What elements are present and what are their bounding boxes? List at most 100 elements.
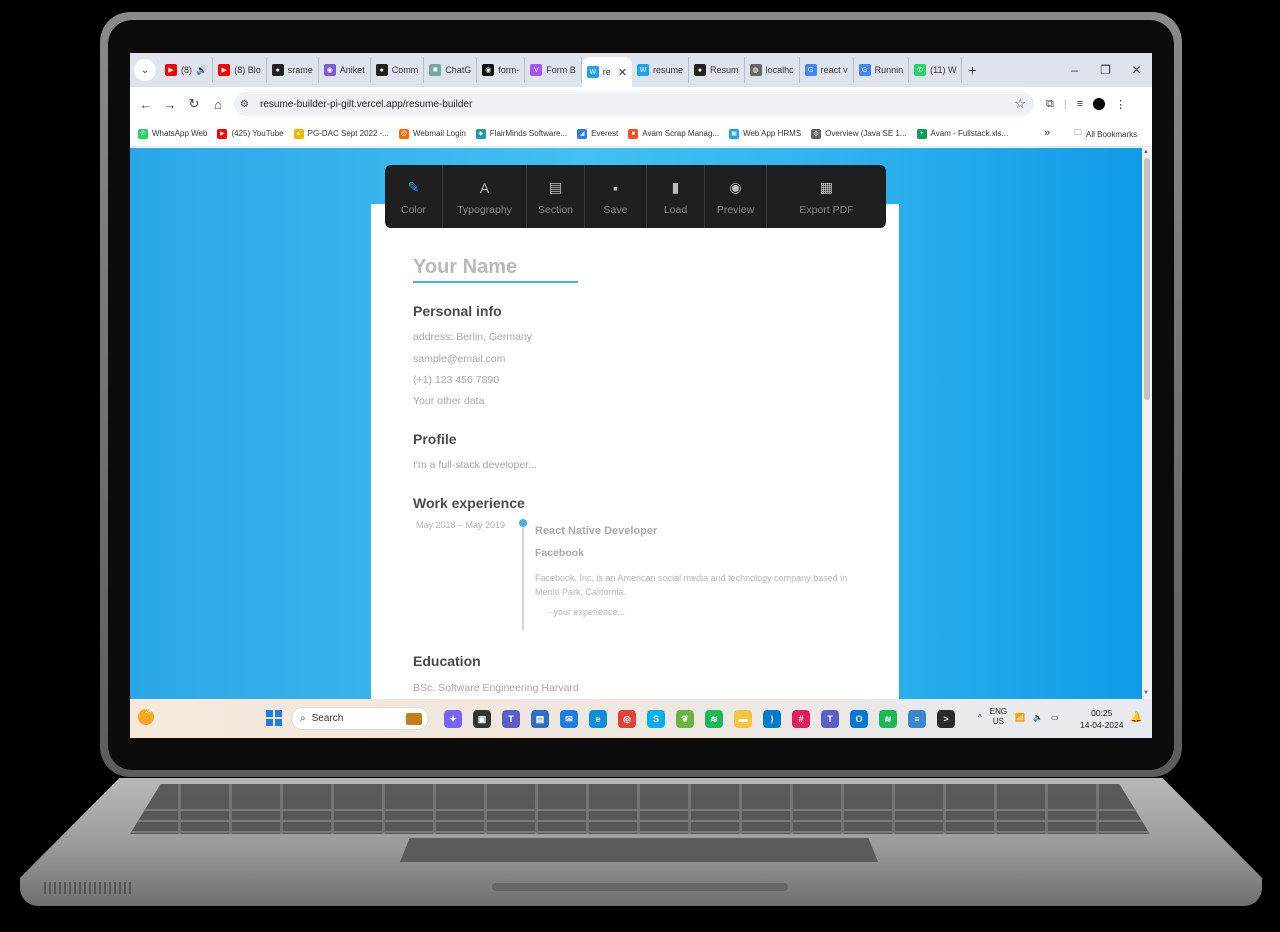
bookmark-item[interactable]: ◆ FlairMinds Software... bbox=[475, 128, 567, 139]
file-explorer-icon[interactable]: ▬ bbox=[734, 710, 752, 728]
education-line[interactable]: BSc. Software Engineering Harvard bbox=[413, 682, 579, 694]
toolbar-typography-button[interactable]: A Typography bbox=[443, 165, 527, 228]
profile-text[interactable]: I'm a full-stack developer... bbox=[413, 459, 537, 471]
spring-icon[interactable]: ❦ bbox=[676, 710, 694, 728]
forward-icon[interactable]: → bbox=[158, 97, 182, 112]
spotify-icon[interactable]: ≋ bbox=[705, 710, 723, 728]
email-line[interactable]: sample@email.com bbox=[413, 353, 505, 365]
bookmark-item[interactable]: ▶ (425) YouTube bbox=[217, 128, 284, 139]
mail-icon[interactable]: ✉ bbox=[560, 710, 578, 728]
browser-tab[interactable]: ● Resum bbox=[689, 57, 745, 83]
job-title[interactable]: React Native Developer bbox=[535, 525, 657, 537]
address-bar[interactable]: ⚙ resume-builder-pi-gilt.vercel.app/resu… bbox=[234, 92, 1034, 116]
store-icon[interactable]: ▤ bbox=[531, 710, 549, 728]
edge-icon[interactable]: e bbox=[589, 710, 607, 728]
close-window-button[interactable]: ✕ bbox=[1121, 63, 1152, 77]
volume-icon[interactable]: 🔈 bbox=[1033, 713, 1043, 722]
slack-icon[interactable]: # bbox=[792, 710, 810, 728]
other-data-line[interactable]: Your other data bbox=[413, 395, 484, 407]
job-company[interactable]: Facebook bbox=[535, 547, 584, 559]
notification-bell-icon[interactable]: 🔔 bbox=[1130, 712, 1142, 723]
job-description[interactable]: Facebook, Inc. is an American social med… bbox=[535, 571, 855, 599]
browser-tab[interactable]: Greact v bbox=[800, 57, 854, 83]
resume-name-input[interactable]: Your Name bbox=[413, 256, 578, 283]
notepad-icon[interactable]: ≡ bbox=[908, 710, 926, 728]
teams-icon[interactable]: T bbox=[821, 710, 839, 728]
close-tab-icon[interactable]: ✕ bbox=[618, 66, 627, 79]
scroll-down-icon[interactable]: ▼ bbox=[1143, 690, 1149, 696]
toolbar-preview-button[interactable]: ◉ Preview bbox=[705, 165, 767, 228]
windows-start-icon[interactable] bbox=[266, 710, 282, 726]
language-indicator[interactable]: ENG US bbox=[990, 707, 1007, 727]
teams-icon[interactable]: T bbox=[502, 710, 520, 728]
job-experience[interactable]: - your experience... bbox=[548, 607, 625, 617]
site-info-icon[interactable]: ⚙ bbox=[240, 99, 260, 110]
browser-tab[interactable]: G Runnin bbox=[854, 57, 910, 83]
weather-icon[interactable]: 24° bbox=[138, 709, 154, 725]
browser-tab[interactable]: ✆ (11) W bbox=[909, 57, 963, 83]
terminal-icon[interactable]: > bbox=[937, 710, 955, 728]
taskview-icon[interactable]: ▣ bbox=[473, 710, 491, 728]
wifi-icon[interactable]: 📶 bbox=[1015, 713, 1025, 722]
all-bookmarks-button[interactable]: 🗀 All Bookmarks bbox=[1074, 127, 1137, 141]
url-text[interactable]: resume-builder-pi-gilt.vercel.app/resume… bbox=[260, 99, 472, 110]
education-heading[interactable]: Education bbox=[413, 653, 481, 669]
scroll-up-icon[interactable]: ▲ bbox=[1143, 149, 1149, 155]
browser-menu-icon[interactable]: ⋮ bbox=[1115, 98, 1126, 111]
extensions-icon[interactable]: ⧉ bbox=[1046, 98, 1054, 111]
new-tab-button[interactable]: + bbox=[962, 62, 982, 78]
bookmark-item[interactable]: ◢ Everest bbox=[577, 128, 618, 139]
outlook-icon[interactable]: O bbox=[850, 710, 868, 728]
bookmark-item[interactable]: + Avam - Fullstack.xls... bbox=[916, 128, 1008, 139]
job-date[interactable]: May 2018 – May 2019 bbox=[416, 520, 505, 530]
browser-tab[interactable]: ◉ form- bbox=[477, 57, 526, 83]
address-line[interactable]: address: Berlin, Germany bbox=[413, 331, 532, 343]
personal-info-heading[interactable]: Personal info bbox=[413, 303, 502, 319]
media-control-icon[interactable]: ≡ bbox=[1077, 98, 1083, 110]
browser-tab[interactable]: ● srame bbox=[267, 57, 319, 83]
battery-icon[interactable]: ▭ bbox=[1051, 713, 1059, 722]
phone-line[interactable]: (+1) 123 456 7890 bbox=[413, 374, 499, 386]
vscode-icon[interactable]: ⟩ bbox=[763, 710, 781, 728]
bookmark-item[interactable]: ■ Avam Scrap Manag... bbox=[628, 128, 719, 139]
toolbar-load-button[interactable]: ▮ Load bbox=[647, 165, 705, 228]
toolbar-color-button[interactable]: ✎ Color bbox=[385, 165, 443, 228]
home-icon[interactable]: ⌂ bbox=[206, 97, 230, 112]
page-scrollbar[interactable]: ▲ ▼ bbox=[1142, 148, 1152, 699]
browser-tab[interactable]: Wresume bbox=[632, 57, 690, 83]
taskbar-search[interactable]: ⌕ Search bbox=[291, 707, 429, 730]
profile-avatar[interactable] bbox=[1093, 98, 1106, 110]
browser-tab[interactable]: ✺ ChatG bbox=[424, 57, 478, 83]
bookmarks-overflow-button[interactable]: » bbox=[1044, 127, 1050, 139]
reload-icon[interactable]: ↻ bbox=[182, 96, 206, 112]
scroll-thumb[interactable] bbox=[1144, 158, 1150, 400]
copilot-icon[interactable]: ✦ bbox=[444, 710, 462, 728]
bookmark-star-icon[interactable]: ☆ bbox=[1014, 96, 1026, 112]
browser-tab[interactable]: ● Comm bbox=[371, 57, 425, 83]
toolbar-section-button[interactable]: ▤ Section bbox=[527, 165, 585, 228]
browser-tab[interactable]: ▶ (8) Blo bbox=[213, 57, 267, 83]
browser-tab[interactable]: V Form B bbox=[525, 57, 582, 83]
back-icon[interactable]: ← bbox=[134, 97, 158, 112]
spotify-icon[interactable]: ≋ bbox=[879, 710, 897, 728]
work-experience-heading[interactable]: Work experience bbox=[413, 495, 525, 511]
toolbar-export-pdf-button[interactable]: ▦ Export PDF bbox=[767, 165, 886, 228]
tab-search-icon[interactable]: ⌄ bbox=[134, 59, 156, 81]
clock[interactable]: 00:25 14-04-2024 bbox=[1080, 707, 1123, 731]
speaker-icon[interactable]: 🔊 bbox=[196, 65, 207, 76]
tray-overflow-icon[interactable]: ^ bbox=[978, 713, 982, 722]
bookmark-item[interactable]: ◍ Overview (Java SE 1... bbox=[811, 128, 907, 139]
browser-tab[interactable]: Wre ✕ bbox=[581, 57, 633, 87]
browser-tab[interactable]: ▶ (8) 🔊 bbox=[160, 57, 214, 83]
bookmark-item[interactable]: ▣ Web App HRMS bbox=[729, 128, 801, 139]
bookmark-item[interactable]: ▲ PG-DAC Sept 2022 -... bbox=[293, 128, 389, 139]
browser-tab[interactable]: ◉ Aniket bbox=[319, 57, 371, 83]
browser-tab[interactable]: ◍ localhc bbox=[745, 57, 800, 83]
minimize-button[interactable]: – bbox=[1059, 63, 1090, 77]
skype-icon[interactable]: S bbox=[647, 710, 665, 728]
chrome-icon[interactable]: ◎ bbox=[618, 710, 636, 728]
bookmark-item[interactable]: @ Webmail Login bbox=[399, 128, 466, 139]
toolbar-save-button[interactable]: ▪ Save bbox=[585, 165, 647, 228]
restore-button[interactable]: ❐ bbox=[1090, 63, 1121, 77]
bookmark-item[interactable]: ✆ WhatsApp Web bbox=[138, 128, 207, 139]
